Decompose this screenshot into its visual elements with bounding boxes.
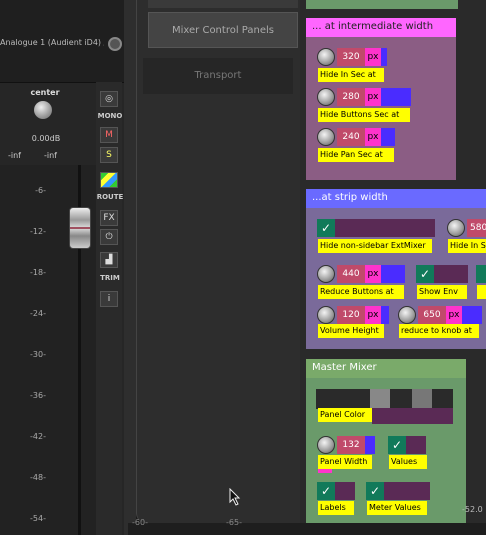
fx-button[interactable]: FX bbox=[100, 210, 118, 226]
values-bar bbox=[406, 436, 426, 454]
route-icon[interactable] bbox=[100, 172, 118, 188]
panel-width-bar bbox=[365, 436, 375, 454]
reduce-buttons-unit: px bbox=[365, 265, 381, 283]
tick-label: -48- bbox=[30, 473, 46, 482]
labels-checkbox[interactable]: ✓ bbox=[317, 482, 335, 500]
reduce-buttons-bar bbox=[381, 265, 405, 283]
solo-button[interactable]: S bbox=[100, 147, 118, 163]
values-label: Values bbox=[389, 455, 427, 469]
window-gap bbox=[124, 0, 136, 535]
hide-in-label: Hide In Sec at bbox=[318, 68, 384, 82]
info-button[interactable]: i bbox=[100, 291, 118, 307]
hide-in-strip-value[interactable]: 580 bbox=[467, 219, 486, 237]
hide-buttons-unit: px bbox=[365, 88, 381, 106]
tick-label: -42- bbox=[30, 432, 46, 441]
hide-buttons-label: Hide Buttons Sec at bbox=[318, 108, 410, 122]
volume-height-knob[interactable] bbox=[317, 306, 335, 324]
tick-label: -12- bbox=[30, 227, 46, 236]
swatch-cell bbox=[412, 389, 432, 409]
labels-bar bbox=[335, 482, 355, 500]
hide-pan-label: Hide Pan Sec at bbox=[318, 148, 394, 162]
pan-label: center bbox=[30, 88, 60, 97]
mono-label: MONO bbox=[97, 112, 123, 120]
hide-buttons-bar bbox=[381, 88, 411, 106]
strip-width-title: ...at strip width bbox=[306, 189, 486, 208]
tick-label: -18- bbox=[30, 268, 46, 277]
panel-width-knob[interactable] bbox=[317, 436, 335, 454]
hide-nonsidebar-bar bbox=[335, 219, 435, 237]
show-env-label: Show Env bbox=[417, 285, 467, 299]
hide-pan-knob[interactable] bbox=[317, 128, 335, 146]
panel-width-unit-strip bbox=[318, 469, 332, 473]
hide-buttons-knob[interactable] bbox=[317, 88, 335, 106]
reduce-knob-value[interactable]: 650 bbox=[418, 306, 446, 324]
partial-label bbox=[477, 285, 486, 299]
bottom-tick-right: -52.0 bbox=[462, 505, 483, 514]
trim-icon[interactable]: ▟ bbox=[100, 252, 118, 268]
meter-values-label: Meter Values bbox=[367, 501, 427, 515]
input-knob-icon[interactable] bbox=[108, 37, 122, 51]
hide-in-strip-knob[interactable] bbox=[447, 219, 465, 237]
tick-label: -36- bbox=[30, 391, 46, 400]
power-icon[interactable]: ⏻ bbox=[100, 229, 118, 245]
reduce-knob-bar bbox=[462, 306, 482, 324]
pan-knob[interactable] bbox=[34, 101, 52, 119]
reduce-knob-unit: px bbox=[446, 306, 462, 324]
volume-readout: 0.00dB bbox=[31, 134, 61, 143]
peak-right: -inf bbox=[44, 151, 57, 160]
volume-height-unit: px bbox=[365, 306, 381, 324]
volume-height-value[interactable]: 120 bbox=[337, 306, 365, 324]
show-env-checkbox[interactable]: ✓ bbox=[416, 265, 434, 283]
tick-label: -54- bbox=[30, 514, 46, 523]
bottom-tick-left: -60- bbox=[132, 518, 148, 527]
meter-values-checkbox[interactable]: ✓ bbox=[366, 482, 384, 500]
tick-label: -24- bbox=[30, 309, 46, 318]
tick-label: -30- bbox=[30, 350, 46, 359]
hide-nonsidebar-checkbox[interactable]: ✓ bbox=[317, 219, 335, 237]
volume-height-bar bbox=[381, 306, 389, 324]
bottom-tick-mid: -65- bbox=[226, 518, 242, 527]
values-checkbox[interactable]: ✓ bbox=[388, 436, 406, 454]
panel-width-label: Panel Width bbox=[318, 455, 372, 469]
volume-height-label: Volume Height bbox=[318, 324, 384, 338]
tick-label: -6- bbox=[35, 186, 46, 195]
hide-nonsidebar-label: Hide non-sidebar ExtMixer bbox=[318, 239, 432, 253]
reduce-buttons-label: Reduce Buttons at bbox=[318, 285, 404, 299]
master-title: Master Mixer bbox=[306, 359, 466, 378]
hide-in-unit: px bbox=[365, 48, 381, 66]
input-label[interactable]: Analogue 1 (Audient iD4) / A bbox=[0, 38, 104, 52]
reduce-buttons-value[interactable]: 440 bbox=[337, 265, 365, 283]
meter-values-bar bbox=[384, 482, 430, 500]
labels-label: Labels bbox=[318, 501, 354, 515]
hide-in-strip-label: Hide In S bbox=[448, 239, 486, 253]
bottom-meter-strip bbox=[128, 523, 486, 535]
hide-in-value[interactable]: 320 bbox=[337, 48, 365, 66]
mute-button[interactable]: M bbox=[100, 127, 118, 143]
hide-pan-unit: px bbox=[365, 128, 381, 146]
trim-label: TRIM bbox=[100, 274, 120, 282]
hide-in-knob[interactable] bbox=[317, 48, 335, 66]
nav-item-top[interactable] bbox=[148, 0, 298, 8]
hide-in-bar bbox=[381, 48, 387, 66]
hide-pan-value[interactable]: 240 bbox=[337, 128, 365, 146]
intermediate-title: ... at intermediate width bbox=[306, 18, 456, 37]
hide-pan-bar bbox=[381, 128, 395, 146]
previous-section bbox=[306, 0, 458, 9]
route-label: ROUTE bbox=[96, 193, 124, 201]
panel-color-label: Panel Color bbox=[318, 408, 372, 422]
panel-width-value[interactable]: 132 bbox=[337, 436, 365, 454]
panel-color-bar bbox=[372, 408, 453, 424]
peak-left: -inf bbox=[8, 151, 21, 160]
nav-item-mixer-control-panels[interactable]: Mixer Control Panels bbox=[148, 12, 298, 48]
show-env-bar bbox=[434, 265, 468, 283]
nav-item-transport[interactable]: Transport bbox=[143, 58, 293, 94]
reduce-knob-knob[interactable] bbox=[398, 306, 416, 324]
reduce-buttons-knob[interactable] bbox=[317, 265, 335, 283]
mono-icon[interactable]: ◎ bbox=[100, 91, 118, 107]
reduce-knob-label: reduce to knob at bbox=[399, 324, 479, 338]
volume-fader[interactable] bbox=[69, 207, 91, 249]
hide-buttons-value[interactable]: 280 bbox=[337, 88, 365, 106]
partial-checkbox[interactable] bbox=[476, 265, 486, 283]
swatch-cell bbox=[370, 389, 390, 409]
